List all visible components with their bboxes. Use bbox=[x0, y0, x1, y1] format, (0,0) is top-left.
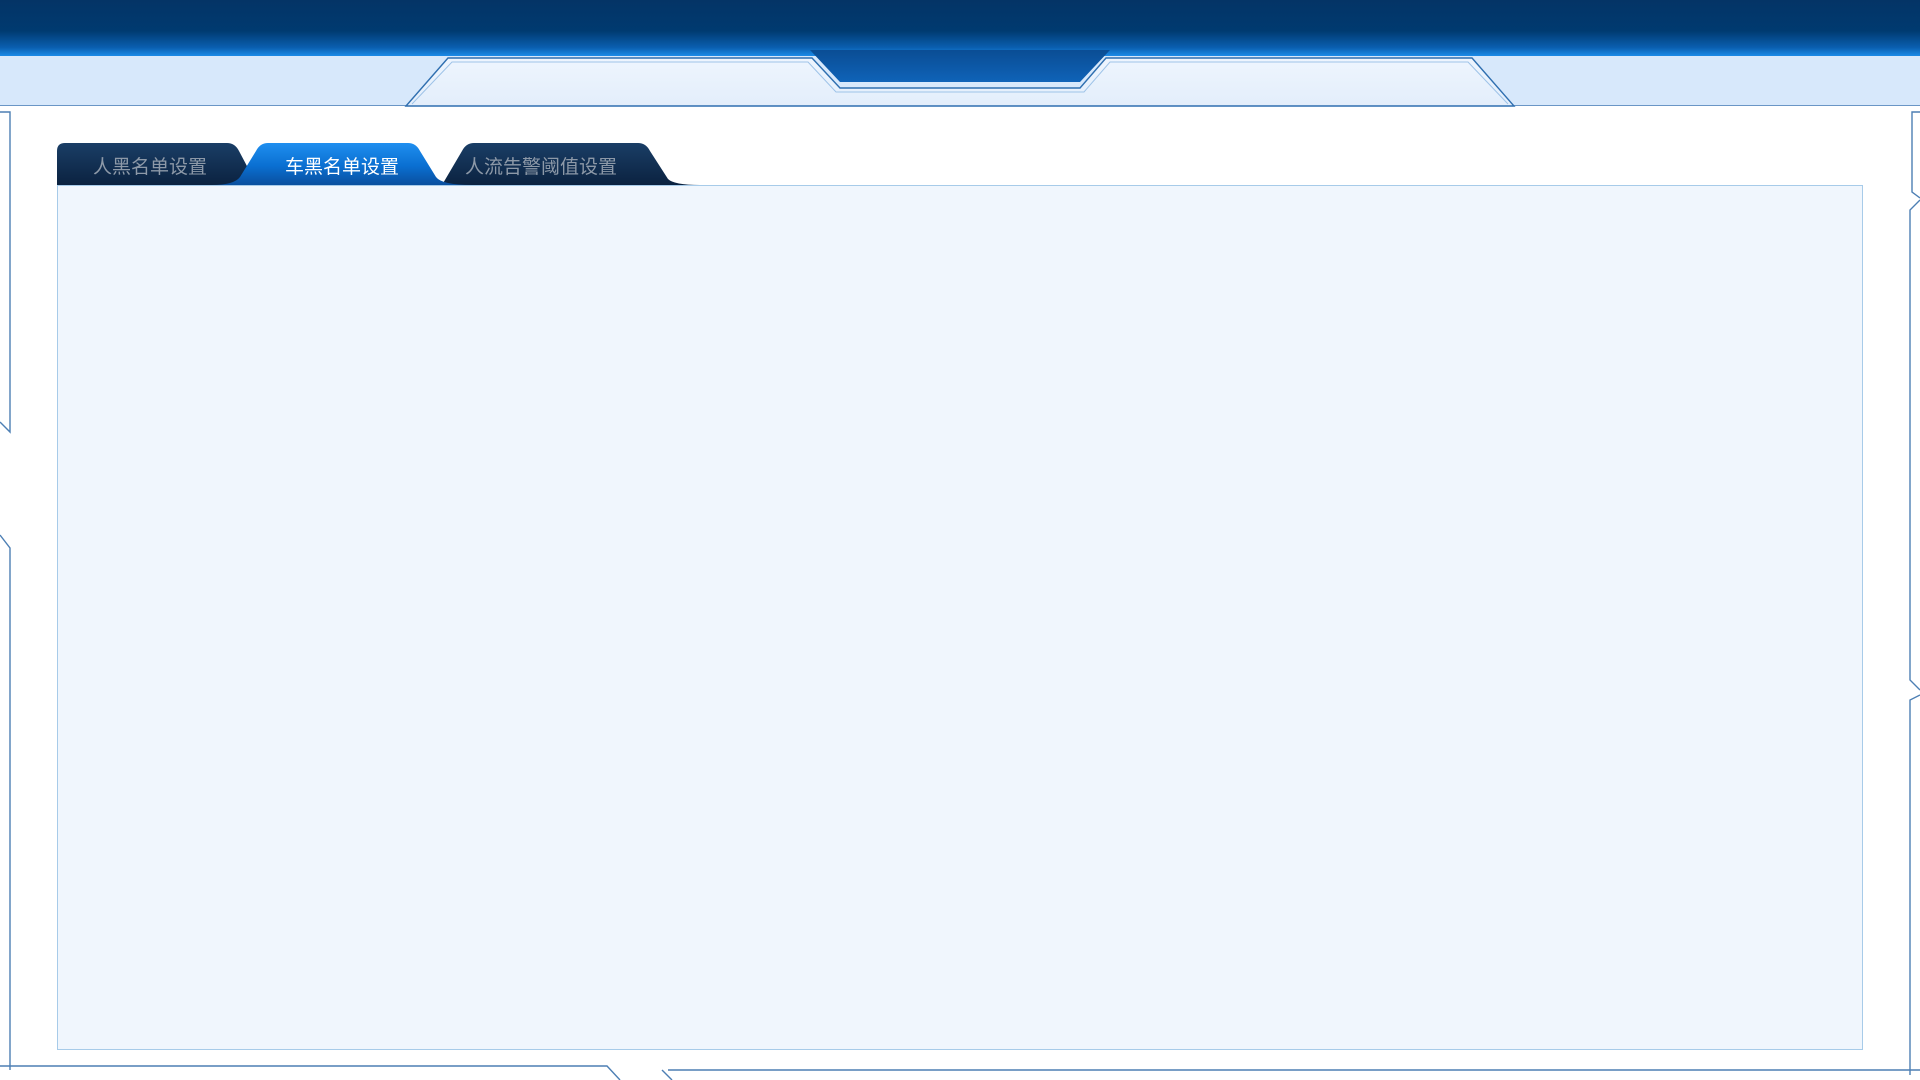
sub-header-bar bbox=[0, 56, 1920, 106]
tab-label: 人黑名单设置 bbox=[92, 155, 207, 178]
right-rail-top bbox=[1911, 111, 1920, 199]
left-rail-top bbox=[0, 111, 11, 434]
left-rail-bottom bbox=[0, 534, 11, 1070]
content-panel bbox=[57, 185, 1863, 1050]
right-rail-bottom bbox=[1909, 694, 1920, 1075]
tab-crowd-alarm-threshold[interactable]: 人流告警阈值设置 bbox=[442, 143, 700, 185]
app-window: 人黑名单设置 人流告警阈值设置 车黑名单设置 bbox=[0, 0, 1920, 1080]
bottom-rail-left bbox=[0, 1065, 621, 1080]
tab-label: 车黑名单设置 bbox=[284, 155, 399, 178]
right-rail-mid bbox=[1909, 199, 1920, 691]
header-bar bbox=[0, 0, 1920, 56]
tab-vehicle-blacklist[interactable]: 车黑名单设置 bbox=[212, 143, 472, 185]
tab-label: 人流告警阈值设置 bbox=[464, 155, 617, 178]
